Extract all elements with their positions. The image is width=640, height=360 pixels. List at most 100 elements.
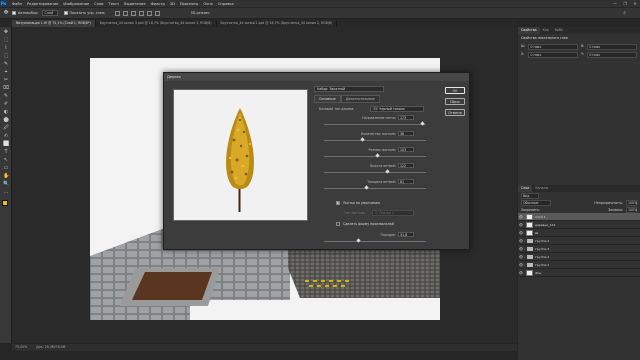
slider-knob[interactable] (360, 137, 365, 143)
tool-icon[interactable]: ✎ (3, 61, 9, 67)
y-field[interactable]: 0 пикс (587, 52, 637, 58)
menu-item[interactable]: Фильтр (151, 2, 165, 6)
arrange-knob[interactable] (356, 238, 361, 244)
menu-item[interactable]: Просмотр (180, 2, 198, 6)
slider-value[interactable]: 173 (398, 115, 414, 120)
tool-icon[interactable]: ⬚ (3, 53, 9, 59)
menu-item[interactable]: Выделение (124, 2, 145, 6)
visibility-eye-icon[interactable]: 👁 (518, 215, 524, 219)
align-bottom-icon[interactable] (131, 10, 137, 16)
tab-advanced[interactable]: Дополнительные (340, 95, 380, 103)
expand-chevron-icon[interactable]: › (524, 255, 525, 259)
tool-icon[interactable]: ⬚ (3, 37, 9, 43)
panel-tab[interactable]: Библ (552, 27, 566, 34)
align-middle-icon[interactable] (123, 10, 129, 16)
slider-knob[interactable] (375, 153, 380, 159)
reset-button[interactable]: Сброс (445, 98, 465, 105)
slider-value[interactable]: 36 (398, 131, 414, 136)
slider-knob[interactable] (420, 121, 425, 127)
panel-tab[interactable]: Кор (540, 27, 552, 34)
slider-value[interactable]: 103 (398, 147, 414, 152)
cancel-button[interactable]: Отмена (445, 109, 465, 116)
ok-button[interactable]: OK (445, 87, 465, 94)
autoselect-select[interactable]: Слой (41, 10, 58, 16)
expand-chevron-icon[interactable]: › (524, 247, 525, 251)
arrange-track[interactable] (324, 241, 426, 242)
close-button[interactable]: ✕ (630, 0, 640, 7)
menu-item[interactable]: Окно (203, 2, 213, 6)
tool-icon[interactable]: ✍ (3, 133, 9, 139)
tool-icon[interactable]: ▭ (3, 165, 9, 171)
visibility-eye-icon[interactable]: 👁 (518, 231, 524, 235)
tool-icon[interactable]: ✋ (3, 173, 9, 179)
slider-track[interactable] (324, 172, 426, 173)
x-field[interactable]: 0 пикс (528, 52, 579, 58)
tool-icon[interactable]: ✥ (3, 29, 9, 35)
tool-icon[interactable]: ◐ (3, 109, 9, 115)
layer-row[interactable]: 👁 Ш (518, 229, 640, 237)
slider-track[interactable] (324, 188, 426, 189)
tool-icon[interactable]: ⌧ (3, 85, 9, 91)
panel-tab[interactable]: Свойства (518, 27, 540, 34)
align-center-icon[interactable] (147, 10, 153, 16)
tool-icon[interactable]: ↖ (3, 157, 9, 163)
zoom-level[interactable]: 75,05% (15, 345, 27, 349)
leaf-type-select[interactable]: 1: Листья 1 (372, 210, 414, 216)
document-tab[interactable]: Визуализация 1.tif @ 75,1% (Слой 1, RGB/… (12, 20, 96, 27)
align-right-icon[interactable] (155, 10, 161, 16)
tool-icon[interactable]: ⬤ (3, 117, 9, 123)
tool-icon[interactable]: … (3, 189, 9, 195)
align-left-icon[interactable] (139, 10, 145, 16)
minimize-button[interactable]: — (610, 0, 620, 7)
layer-row[interactable]: 👁 › Группа 4 (518, 237, 640, 245)
maximize-button[interactable]: ❐ (620, 0, 630, 7)
foreground-color-swatch[interactable] (2, 200, 8, 206)
tool-icon[interactable]: ⌇ (3, 45, 9, 51)
layer-row[interactable]: 👁 › Группа 2 (518, 253, 640, 261)
h-field[interactable]: 0 пикс (587, 44, 637, 50)
tree-preview[interactable] (173, 89, 308, 221)
tool-icon[interactable]: 🖉 (3, 125, 9, 131)
tab-basic[interactable]: Основные (314, 95, 341, 103)
arbitrary-shape-checkbox[interactable] (336, 222, 340, 226)
tool-icon[interactable]: T (3, 149, 9, 155)
preset-select[interactable]: Набор: Заказной (314, 86, 384, 92)
document-tab[interactable]: Брусчатка_44 копия 2.psd @ 16,7% (Брусча… (217, 20, 338, 27)
fill-field[interactable]: 100% (626, 206, 637, 213)
panel-tab[interactable]: Каналы (532, 185, 551, 192)
search-icon[interactable]: ⌕ (623, 10, 626, 16)
layer-row[interactable]: 👁 › Группа 3 (518, 245, 640, 253)
blend-mode-select[interactable]: Обычные (521, 199, 551, 206)
slider-track[interactable] (324, 124, 426, 125)
menu-item[interactable]: 3D (170, 2, 175, 6)
tool-icon[interactable]: ⬜ (3, 141, 9, 147)
tool-icon[interactable]: ✎ (3, 93, 9, 99)
show-controls-checkbox[interactable] (63, 11, 68, 15)
expand-chevron-icon[interactable]: › (524, 239, 525, 243)
layer-kind-select[interactable]: Вид (521, 192, 539, 199)
tool-icon[interactable]: ⌖ (3, 69, 9, 75)
slider-knob[interactable] (385, 169, 390, 175)
w-field[interactable]: 0 пикс (528, 44, 579, 50)
opacity-field[interactable]: 100% (626, 199, 637, 206)
slider-value[interactable]: 81 (398, 179, 414, 184)
color-swatches[interactable] (0, 199, 12, 211)
layer-row[interactable]: 👁 Фон (518, 269, 640, 277)
tool-icon[interactable]: ✂ (3, 77, 9, 83)
menu-item[interactable]: Редактирование (27, 2, 58, 6)
arrange-value[interactable]: 31,8 (398, 232, 414, 237)
tool-icon[interactable]: ✐ (3, 101, 9, 107)
menu-item[interactable]: Слои (94, 2, 103, 6)
menu-item[interactable]: Изображение (63, 2, 89, 6)
layer-row[interactable]: 👁 Слой 1 (518, 213, 640, 221)
slider-value[interactable]: 122 (398, 163, 414, 168)
menu-item[interactable]: Текст (109, 2, 120, 6)
move-tool-icon[interactable]: ✥ (3, 10, 9, 16)
tool-icon[interactable]: 🔍 (3, 181, 9, 187)
align-top-icon[interactable] (115, 10, 121, 16)
menu-item[interactable]: Файл (12, 2, 22, 6)
document-tab[interactable]: Брусчатка_44 копия 3.psd @ 16,7% (Брусча… (96, 20, 217, 27)
panel-tab[interactable]: Слои (518, 185, 533, 192)
menu-item[interactable]: Справка (218, 2, 234, 6)
visibility-eye-icon[interactable]: 👁 (518, 271, 524, 275)
